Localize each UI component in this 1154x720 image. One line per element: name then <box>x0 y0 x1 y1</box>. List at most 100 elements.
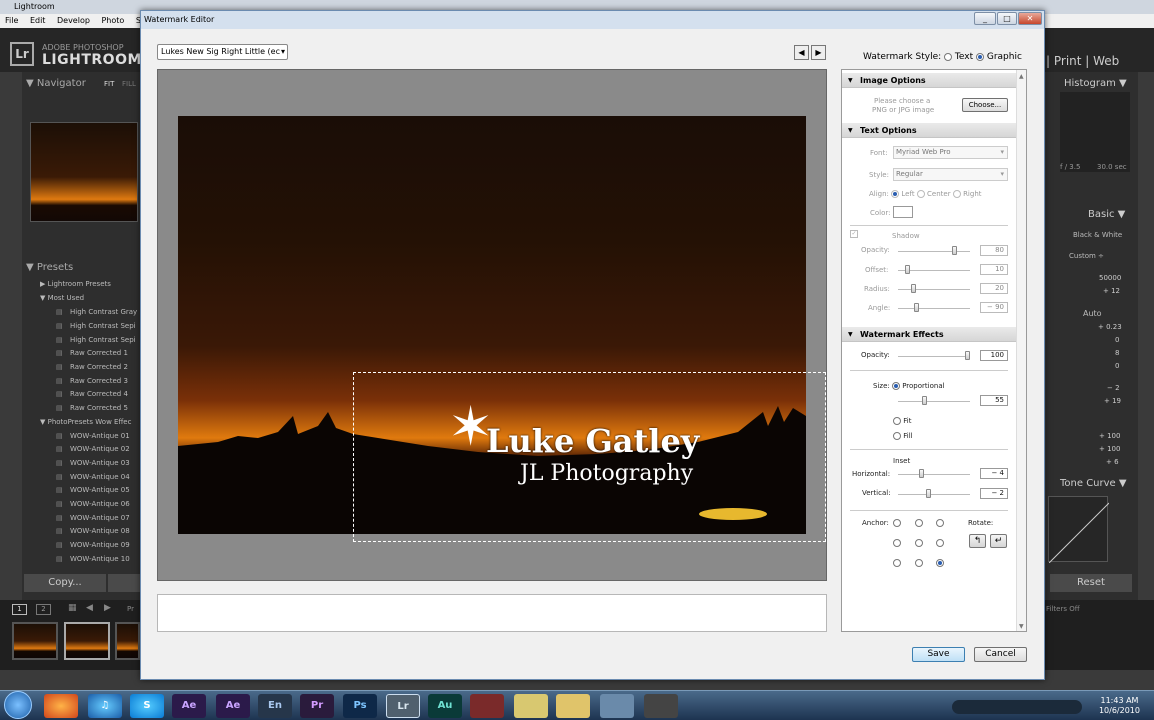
shadow-offset-slider-handle[interactable] <box>905 265 910 274</box>
size-fill-label[interactable]: Fill <box>903 432 912 440</box>
shadow-offset-value[interactable]: 10 <box>980 264 1008 275</box>
network-icon[interactable] <box>600 694 634 718</box>
rotate-right-icon[interactable]: ↵ <box>990 534 1007 548</box>
preset-group[interactable]: ▼ Most Used <box>40 294 84 302</box>
cancel-button[interactable]: Cancel <box>974 647 1027 662</box>
preset-item[interactable]: WOW-Antique 10 <box>56 555 130 563</box>
auto-tone[interactable]: Auto <box>1083 309 1102 318</box>
preset-item[interactable]: WOW-Antique 01 <box>56 432 130 440</box>
watermark-preset-select[interactable]: Lukes New Sig Right Little (ec ▾ <box>157 44 288 60</box>
watermark-effects-header[interactable]: Watermark Effects <box>842 327 1016 342</box>
size-slider-handle[interactable] <box>922 396 927 405</box>
horizontal-slider-handle[interactable] <box>919 469 924 478</box>
anchor-center[interactable] <box>914 538 923 547</box>
align-right-label[interactable]: Right <box>963 190 981 198</box>
color-swatch[interactable] <box>893 206 913 218</box>
size-slider-track[interactable] <box>898 401 970 402</box>
style-text-radio[interactable] <box>944 52 953 61</box>
maximize-button[interactable]: □ <box>997 12 1017 25</box>
previous-image-button[interactable]: ◀ <box>794 45 809 60</box>
preset-item[interactable]: WOW-Antique 04 <box>56 473 130 481</box>
filters-off[interactable]: Filters Off <box>1046 605 1080 613</box>
media-controls[interactable] <box>952 700 1082 714</box>
opacity-slider-handle[interactable] <box>965 351 970 360</box>
align-left-radio[interactable] <box>891 190 900 198</box>
style-graphic-label[interactable]: Graphic <box>987 52 1022 62</box>
panel-scrollbar[interactable]: ▲ ▼ <box>1016 70 1026 631</box>
preset-item[interactable]: WOW-Antique 09 <box>56 541 130 549</box>
aftereffects-app-icon[interactable]: Ae <box>216 694 250 718</box>
start-orb-icon[interactable] <box>4 691 32 719</box>
save-button[interactable]: Save <box>912 647 965 662</box>
scroll-down-icon[interactable]: ▼ <box>1019 623 1024 630</box>
shadow-radius-value[interactable]: 20 <box>980 283 1008 294</box>
preset-item[interactable]: WOW-Antique 06 <box>56 500 130 508</box>
preset-item[interactable]: WOW-Antique 07 <box>56 514 130 522</box>
folder-icon[interactable] <box>556 694 590 718</box>
anchor-top-center[interactable] <box>914 518 923 527</box>
preset-item[interactable]: High Contrast Sepi <box>56 322 136 330</box>
anchor-middle-right[interactable] <box>936 538 945 547</box>
size-proportional-radio[interactable] <box>891 382 900 390</box>
choose-image-button[interactable]: Choose... <box>962 98 1008 112</box>
shadow-opacity-slider-track[interactable] <box>898 251 970 252</box>
anchor-bottom-right[interactable] <box>936 558 945 567</box>
shadow-opacity-value[interactable]: 80 <box>980 245 1008 256</box>
align-center-radio[interactable] <box>916 190 925 198</box>
preset-item[interactable]: High Contrast Sepi <box>56 336 136 344</box>
preset-item[interactable]: Raw Corrected 4 <box>56 390 128 398</box>
horizontal-slider-track[interactable] <box>898 474 970 475</box>
itunes-icon[interactable]: ♫ <box>88 694 122 718</box>
filmstrip-thumbnail[interactable] <box>64 622 110 660</box>
style-graphic-radio[interactable] <box>975 52 984 61</box>
encore-app-icon[interactable]: En <box>258 694 292 718</box>
grid-icon[interactable]: ▦ <box>68 603 77 613</box>
shadow-radius-slider-handle[interactable] <box>911 284 916 293</box>
shadow-checkbox[interactable]: ✓ <box>850 230 858 238</box>
menu-file[interactable]: File <box>5 16 18 25</box>
premiere-app-icon[interactable]: Pr <box>300 694 334 718</box>
preset-item[interactable]: Raw Corrected 3 <box>56 377 128 385</box>
opacity-slider-track[interactable] <box>898 356 970 357</box>
vertical-slider-track[interactable] <box>898 494 970 495</box>
nav-fill[interactable]: FILL <box>122 80 140 88</box>
sticky-notes-icon[interactable] <box>514 694 548 718</box>
preset-group[interactable]: ▼ PhotoPresets Wow Effec <box>40 418 140 426</box>
preset-group[interactable]: ▶ Lightroom Presets <box>40 280 111 288</box>
firefox-icon[interactable] <box>44 694 78 718</box>
page-1-button[interactable]: 1 <box>12 604 27 615</box>
font-select[interactable]: Myriad Web Pro <box>893 146 1008 159</box>
style-text-label[interactable]: Text <box>955 52 973 62</box>
vertical-slider-handle[interactable] <box>926 489 931 498</box>
image-options-header[interactable]: Image Options <box>842 73 1016 88</box>
rotate-left-icon[interactable]: ↰ <box>969 534 986 548</box>
aftereffects-app-icon[interactable]: Ae <box>172 694 206 718</box>
nav-fit[interactable]: FIT <box>104 80 114 88</box>
close-button[interactable]: ✕ <box>1018 12 1042 25</box>
size-fit-radio[interactable] <box>893 417 901 425</box>
align-right-radio[interactable] <box>952 190 961 198</box>
menu-edit[interactable]: Edit <box>30 16 46 25</box>
app-icon[interactable] <box>470 694 504 718</box>
audition-app-icon[interactable]: Au <box>428 694 462 718</box>
shadow-radius-slider-track[interactable] <box>898 289 970 290</box>
horizontal-value[interactable]: − 4 <box>980 468 1008 479</box>
text-options-header[interactable]: Text Options <box>842 123 1016 138</box>
anchor-top-left[interactable] <box>893 518 901 527</box>
preset-item[interactable]: WOW-Antique 02 <box>56 445 130 453</box>
forward-arrow-icon[interactable]: ▶ <box>104 603 111 613</box>
black-white-toggle[interactable]: Black & White <box>1073 231 1122 239</box>
copy-button[interactable]: Copy... <box>24 574 106 592</box>
preset-item[interactable]: Raw Corrected 1 <box>56 349 128 357</box>
reset-button[interactable]: Reset <box>1050 574 1132 592</box>
opacity-value[interactable]: 100 <box>980 350 1008 361</box>
align-center-label[interactable]: Center <box>927 190 951 198</box>
preset-item[interactable]: Raw Corrected 5 <box>56 404 128 412</box>
align-left-label[interactable]: Left <box>901 190 914 198</box>
photoshop-app-icon[interactable]: Ps <box>343 694 377 718</box>
module-picker[interactable]: | Print | Web <box>1046 54 1119 68</box>
page-2-button[interactable]: 2 <box>36 604 51 615</box>
style-select[interactable]: Regular <box>893 168 1008 181</box>
scroll-up-icon[interactable]: ▲ <box>1019 73 1024 80</box>
shadow-opacity-slider-handle[interactable] <box>952 246 957 255</box>
